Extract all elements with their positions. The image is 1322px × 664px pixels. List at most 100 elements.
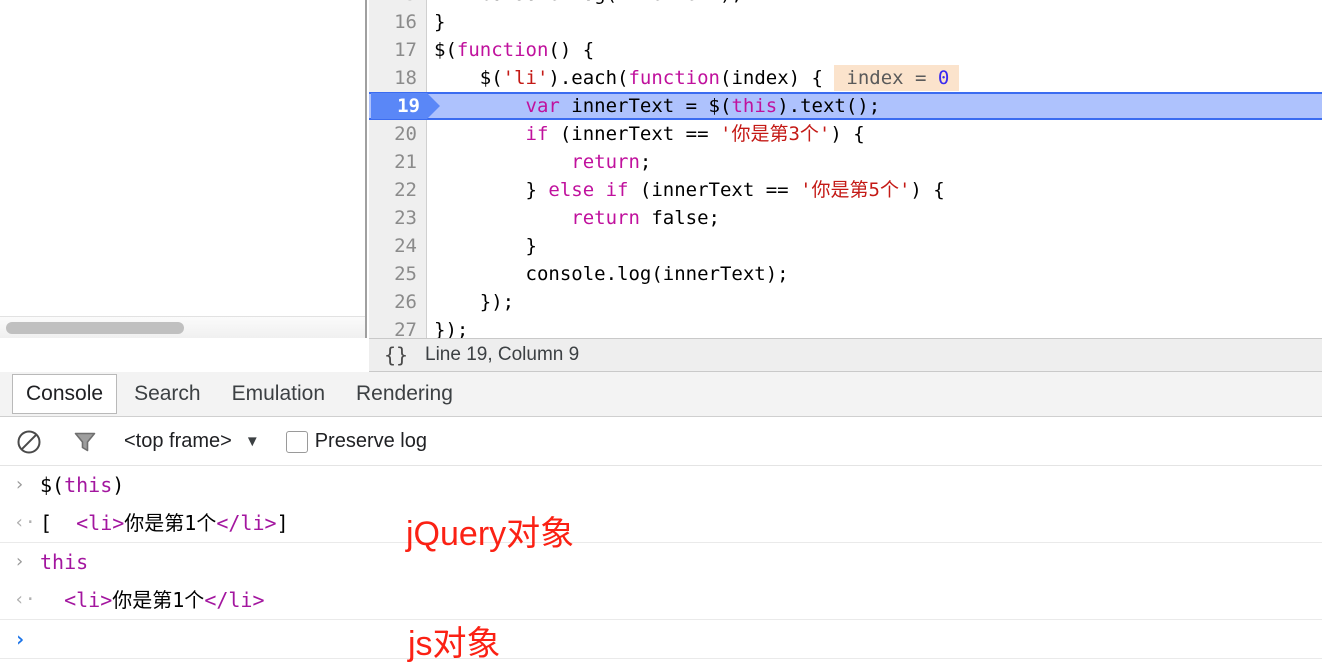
clear-console-icon[interactable] <box>12 425 46 459</box>
preserve-log-toggle[interactable]: Preserve log <box>285 430 427 453</box>
console-message-group: › $(this) ‹·[ <li>你是第1个</li>] <box>0 466 1322 543</box>
preserve-log-checkbox[interactable] <box>285 430 308 453</box>
console-token: [ <box>40 511 77 535</box>
annotation-js-object: js对象 <box>408 625 501 663</box>
filter-icon[interactable] <box>68 425 102 459</box>
console-token: $( <box>40 473 65 497</box>
code-line[interactable]: 21 return; <box>369 148 1322 176</box>
line-number[interactable]: 20 <box>369 120 427 148</box>
code-lines-container: 15 console.log(innerText);16}17$(functio… <box>369 0 1322 338</box>
preserve-log-label: Preserve log <box>314 430 427 452</box>
code-token: if <box>525 123 549 145</box>
code-line-text: } <box>428 8 445 36</box>
line-number[interactable]: 18 <box>369 64 427 92</box>
line-number[interactable]: 24 <box>369 232 427 260</box>
execution-context-label: <top frame> <box>124 430 232 452</box>
console-token: 你是第1个 <box>124 511 217 535</box>
code-line-executing[interactable]: 1919 var innerText = $(this).text(); <box>369 92 1322 120</box>
cursor-position-label: Line 19, Column 9 <box>425 344 580 365</box>
annotation-jquery-object: jQuery对象 <box>406 515 575 553</box>
code-line[interactable]: 15 console.log(innerText); <box>369 0 1322 8</box>
console-message-text: $(this) <box>40 466 124 504</box>
navigator-horizontal-scrollbar[interactable] <box>0 316 365 338</box>
line-number[interactable]: 22 <box>369 176 427 204</box>
code-line[interactable]: 24 } <box>369 232 1322 260</box>
code-editor[interactable]: 15 console.log(innerText);16}17$(functio… <box>369 0 1322 338</box>
code-token: }); <box>434 319 469 338</box>
code-token: () { <box>548 39 595 61</box>
line-number[interactable]: 21 <box>369 148 427 176</box>
drawer-tab-search[interactable]: Search <box>120 374 215 414</box>
drawer-tab-bar: Console Search Emulation Rendering <box>0 372 1322 417</box>
drawer-tab-emulation[interactable]: Emulation <box>218 374 339 414</box>
line-number[interactable]: 27 <box>369 316 427 338</box>
code-token: return <box>571 207 640 229</box>
console-token: this <box>40 550 89 574</box>
code-line[interactable]: 22 } else if (innerText == '你是第5个') { <box>369 176 1322 204</box>
code-line-text: console.log(innerText); <box>428 260 789 288</box>
console-message-text: <li>你是第1个</li> <box>40 581 264 619</box>
line-number[interactable]: 16 <box>369 8 427 36</box>
chevron-down-icon: ▼ <box>244 433 260 450</box>
code-line[interactable]: 18 $('li').each(function(index) { index … <box>369 64 1322 92</box>
code-token: ).text(); <box>777 95 881 117</box>
console-message-group: › this ‹· <li>你是第1个</li> <box>0 543 1322 620</box>
pretty-print-icon[interactable]: {} <box>369 343 423 367</box>
code-token: $( <box>434 39 457 61</box>
code-token: (innerText == <box>548 123 720 145</box>
code-line[interactable]: 17 $(function() { <box>369 36 1322 64</box>
code-line[interactable]: 25 console.log(innerText); <box>369 260 1322 288</box>
result-arrow-icon: ‹· <box>14 512 36 533</box>
code-token: ) { <box>830 123 865 145</box>
drawer-tab-rendering[interactable]: Rendering <box>342 374 467 414</box>
code-token: this <box>731 95 778 117</box>
code-token: } <box>434 235 537 257</box>
code-line-text: }); <box>428 288 514 316</box>
line-number[interactable]: 25 <box>369 260 427 288</box>
code-line-text: }); <box>428 316 468 338</box>
code-line[interactable]: 26 }); <box>369 288 1322 316</box>
console-token: this <box>64 473 113 497</box>
code-token: console.log(innerText); <box>434 263 789 285</box>
code-token: (innerText == <box>628 179 801 201</box>
scrollbar-thumb[interactable] <box>6 322 184 334</box>
inline-value-hint[interactable]: index = 0 <box>834 65 960 91</box>
code-line-text: } else if (innerText == '你是第5个') { <box>428 176 945 204</box>
code-token: else if <box>548 179 629 201</box>
code-line[interactable]: 16} <box>369 8 1322 36</box>
devtools-window: 15 console.log(innerText);16}17$(functio… <box>0 0 1322 664</box>
code-line-text: return; <box>428 148 651 176</box>
code-token: function <box>456 39 549 61</box>
code-line-text: $('li').each(function(index) { index = 0 <box>428 64 960 92</box>
code-line[interactable]: 20 if (innerText == '你是第3个') { <box>369 120 1322 148</box>
code-line[interactable]: 23 return false; <box>369 204 1322 232</box>
code-token: ; <box>639 151 652 173</box>
console-token: ] <box>276 511 289 535</box>
line-number[interactable]: 26 <box>369 288 427 316</box>
line-number[interactable]: 17 <box>369 36 427 64</box>
code-token: return <box>571 151 640 173</box>
line-number[interactable]: 23 <box>369 204 427 232</box>
inline-value-number: 0 <box>937 67 950 89</box>
console-input-row: › $(this) <box>0 466 1322 504</box>
code-token: }); <box>434 291 515 313</box>
console-prompt-row[interactable]: › <box>0 620 1322 658</box>
execution-context-selector[interactable]: <top frame> ▼ <box>124 430 260 453</box>
code-line-text: return false; <box>428 204 720 232</box>
console-message-list[interactable]: › $(this) ‹·[ <li>你是第1个</li>] › this ‹· <li>你… <box>0 466 1322 664</box>
navigator-pane[interactable] <box>0 0 367 338</box>
code-line[interactable]: 27}); <box>369 316 1322 338</box>
code-token: 'li' <box>502 67 549 89</box>
drawer-tab-console[interactable]: Console <box>12 374 118 414</box>
code-line-text: if (innerText == '你是第3个') { <box>428 120 865 148</box>
code-token: ) { <box>910 179 945 201</box>
line-number[interactable]: 15 <box>369 0 427 8</box>
prompt-arrow-icon: › <box>14 474 25 495</box>
execution-line-marker: 19 <box>371 93 440 119</box>
code-token: } <box>434 179 549 201</box>
prompt-arrow-icon: › <box>14 627 27 651</box>
